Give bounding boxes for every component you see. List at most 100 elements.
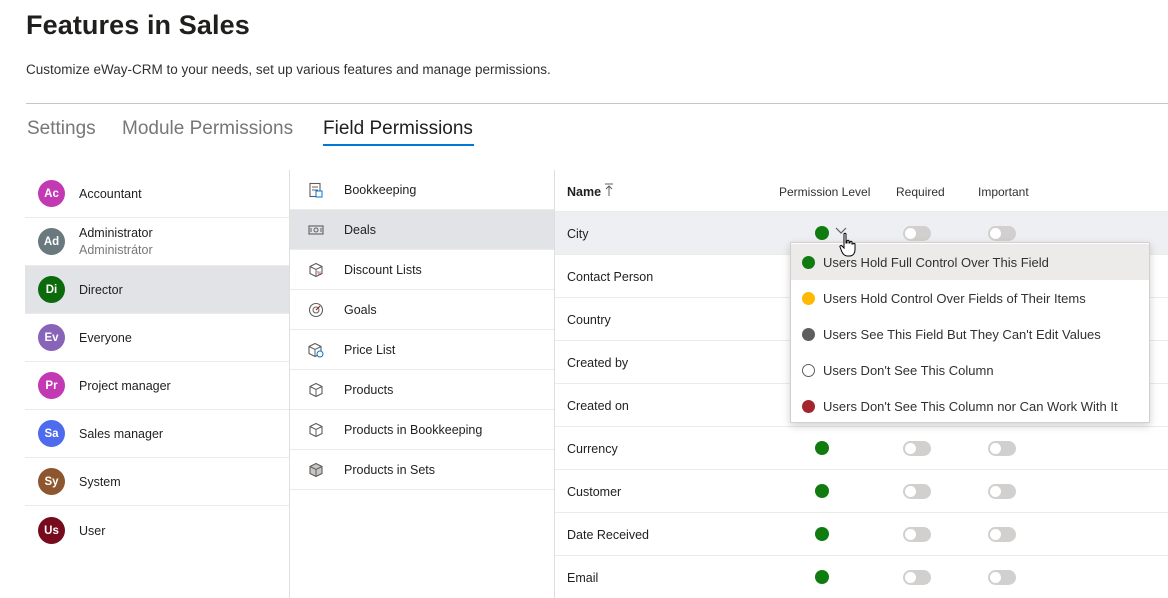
grid-header: Name Permission Level Required Important [555,170,1168,212]
goals-icon [308,302,324,318]
role-name: System [79,475,121,489]
module-item-bookkeeping[interactable]: Bookkeeping [290,170,554,210]
avatar: Sa [38,420,65,447]
field-name: Country [567,313,611,327]
column-header-name[interactable]: Name [567,185,601,199]
role-item-administrator[interactable]: Ad Administrator Administrátor [25,218,289,266]
page-title: Features in Sales [26,10,250,40]
important-toggle[interactable] [988,527,1016,542]
table-row[interactable]: Email [555,556,1168,598]
header-divider [26,103,1168,104]
role-item-accountant[interactable]: Ac Accountant [25,170,289,218]
role-item-system[interactable]: Sy System [25,458,289,506]
required-toggle[interactable] [903,527,931,542]
table-row[interactable]: Customer [555,470,1168,513]
page-subtitle: Customize eWay-CRM to your needs, set up… [26,62,551,77]
status-dot [802,292,815,305]
avatar: Ac [38,180,65,207]
permission-option-full-control[interactable]: Users Hold Full Control Over This Field [791,244,1149,280]
column-header-important[interactable]: Important [978,185,1029,199]
avatar: Ad [38,228,65,255]
permission-option-own-items[interactable]: Users Hold Control Over Fields of Their … [791,280,1149,316]
role-item-user[interactable]: Us User [25,506,289,556]
field-name: Email [567,571,599,585]
field-name: Contact Person [567,270,654,284]
permission-option-hidden[interactable]: Users Don't See This Column [791,352,1149,388]
products-icon [309,382,323,398]
required-toggle[interactable] [903,570,931,585]
role-item-sales-manager[interactable]: Sa Sales manager [25,410,289,458]
status-dot [802,400,815,413]
column-header-required[interactable]: Required [896,185,945,199]
permission-level-dot[interactable] [815,441,829,455]
important-toggle[interactable] [988,226,1016,241]
important-toggle[interactable] [988,441,1016,456]
deals-icon [308,225,324,235]
field-name: City [567,227,589,241]
module-item-deals[interactable]: Deals [290,210,554,250]
role-name: Sales manager [79,427,164,441]
module-item-products[interactable]: Products [290,370,554,410]
avatar: Pr [38,372,65,399]
required-toggle[interactable] [903,484,931,499]
module-label: Discount Lists [344,263,422,277]
status-dot [802,328,815,341]
status-dot [802,364,815,377]
avatar: Sy [38,468,65,495]
permission-level-dot[interactable] [815,570,829,584]
role-item-director[interactable]: Di Director [25,266,289,314]
required-toggle[interactable] [903,441,931,456]
permission-level-dot[interactable] [815,484,829,498]
role-name: Project manager [79,379,171,393]
required-toggle[interactable] [903,226,931,241]
role-name: Accountant [79,187,142,201]
role-item-project-manager[interactable]: Pr Project manager [25,362,289,410]
option-label: Users Hold Control Over Fields of Their … [823,291,1086,306]
discount-lists-icon: % [309,262,323,278]
roles-list: Ac Accountant Ad Administrator Administr… [25,170,289,598]
module-label: Bookkeeping [344,183,417,197]
module-item-goals[interactable]: Goals [290,290,554,330]
modules-list: Bookkeeping Deals % Discount Lists Goals… [290,170,554,598]
sort-ascending-icon[interactable] [604,183,614,197]
permission-option-read-only[interactable]: Users See This Field But They Can't Edit… [791,316,1149,352]
role-subtitle: Administrátor [79,243,153,257]
permission-level-dropdown: Users Hold Full Control Over This Field … [790,242,1150,423]
field-name: Created by [567,356,629,370]
chevron-down-icon[interactable] [835,226,847,236]
permission-level-dot[interactable] [815,226,829,240]
field-name: Customer [567,485,622,499]
tab-field-permissions[interactable]: Field Permissions [323,118,473,140]
table-row[interactable]: Date Received [555,513,1168,556]
avatar: Us [38,517,65,544]
role-name: Everyone [79,331,132,345]
field-name: Created on [567,399,629,413]
module-item-products-in-bookkeeping[interactable]: Products in Bookkeeping [290,410,554,450]
module-item-products-in-sets[interactable]: Products in Sets [290,450,554,490]
option-label: Users Hold Full Control Over This Field [823,255,1049,270]
important-toggle[interactable] [988,484,1016,499]
products-in-bookkeeping-icon [309,422,323,438]
module-label: Products [344,383,394,397]
table-row[interactable]: Currency [555,427,1168,470]
active-tab-indicator [323,144,474,146]
option-label: Users Don't See This Column nor Can Work… [823,399,1118,414]
tab-settings[interactable]: Settings [27,118,96,140]
status-dot [802,256,815,269]
module-label: Goals [344,303,377,317]
option-label: Users Don't See This Column [823,363,994,378]
role-name: Director [79,283,123,297]
tab-module-permissions[interactable]: Module Permissions [122,118,293,140]
avatar: Ev [38,324,65,351]
role-item-everyone[interactable]: Ev Everyone [25,314,289,362]
important-toggle[interactable] [988,570,1016,585]
permission-level-dot[interactable] [815,527,829,541]
module-item-discount-lists[interactable]: % Discount Lists [290,250,554,290]
bookkeeping-icon [309,182,323,198]
field-name: Currency [567,442,618,456]
products-in-sets-icon [309,462,323,478]
column-header-permission-level[interactable]: Permission Level [779,185,870,199]
permission-option-no-access[interactable]: Users Don't See This Column nor Can Work… [791,388,1149,424]
module-label: Price List [344,343,396,357]
module-item-price-list[interactable]: Price List [290,330,554,370]
